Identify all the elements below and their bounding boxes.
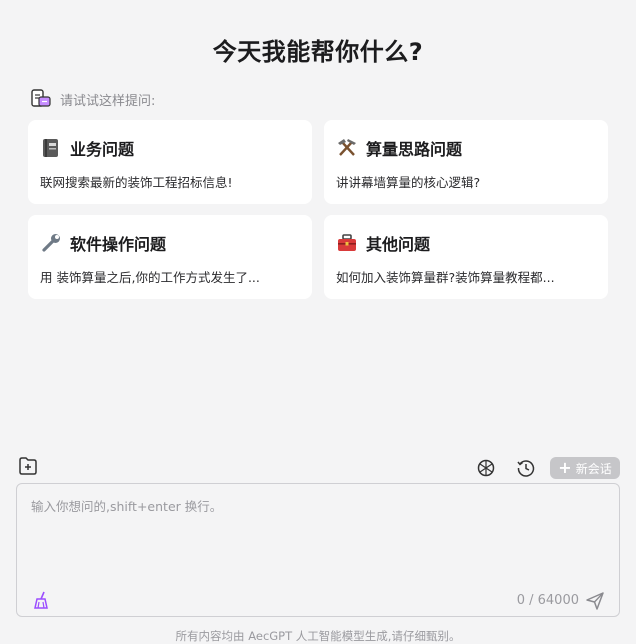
- plus-icon: +: [558, 458, 572, 477]
- card-title: 算量思路问题: [366, 140, 463, 159]
- ledger-book-icon: [40, 137, 62, 159]
- history-icon[interactable]: [516, 458, 536, 478]
- card-title: 软件操作问题: [70, 235, 167, 254]
- send-icon[interactable]: [585, 591, 605, 611]
- suggestion-card-quantity-logic[interactable]: 算量思路问题 讲讲幕墙算量的核心逻辑?: [324, 120, 608, 204]
- suggestion-hint: 请试试这样提问:: [30, 88, 155, 110]
- chat-input-box: 0 / 64000: [16, 483, 620, 617]
- suggestion-card-other[interactable]: 其他问题 如何加入装饰算量群?装饰算量教程都...: [324, 215, 608, 299]
- char-counter: 0 / 64000: [516, 593, 579, 608]
- hammer-pick-icon: [336, 137, 358, 159]
- card-description: 讲讲幕墙算量的核心逻辑?: [336, 175, 481, 190]
- add-folder-icon[interactable]: [17, 455, 39, 477]
- card-title: 其他问题: [366, 235, 431, 254]
- chat-input[interactable]: [31, 496, 601, 576]
- new-chat-label: 新会话: [575, 461, 612, 476]
- suggestion-card-business[interactable]: 业务问题 联网搜索最新的装饰工程招标信息!: [28, 120, 312, 204]
- clear-broom-icon[interactable]: [31, 590, 51, 610]
- hint-text: 请试试这样提问:: [60, 93, 156, 109]
- card-description: 联网搜索最新的装饰工程招标信息!: [40, 175, 233, 190]
- suggestion-card-software[interactable]: 软件操作问题 用 装饰算量之后,你的工作方式发生了...: [28, 215, 312, 299]
- new-chat-button[interactable]: + 新会话: [550, 457, 620, 479]
- web-search-toggle-icon[interactable]: [476, 458, 496, 478]
- disclaimer-footer: 所有内容均由 AecGPT 人工智能模型生成,请仔细甄别。: [175, 629, 461, 643]
- toolbox-icon: [336, 232, 358, 254]
- prompt-cards-icon: [31, 89, 51, 107]
- wrench-icon: [40, 232, 62, 254]
- card-description: 用 装饰算量之后,你的工作方式发生了...: [40, 270, 260, 285]
- card-description: 如何加入装饰算量群?装饰算量教程都...: [336, 270, 555, 285]
- card-title: 业务问题: [70, 140, 135, 159]
- page-title: 今天我能帮你什么?: [212, 38, 424, 66]
